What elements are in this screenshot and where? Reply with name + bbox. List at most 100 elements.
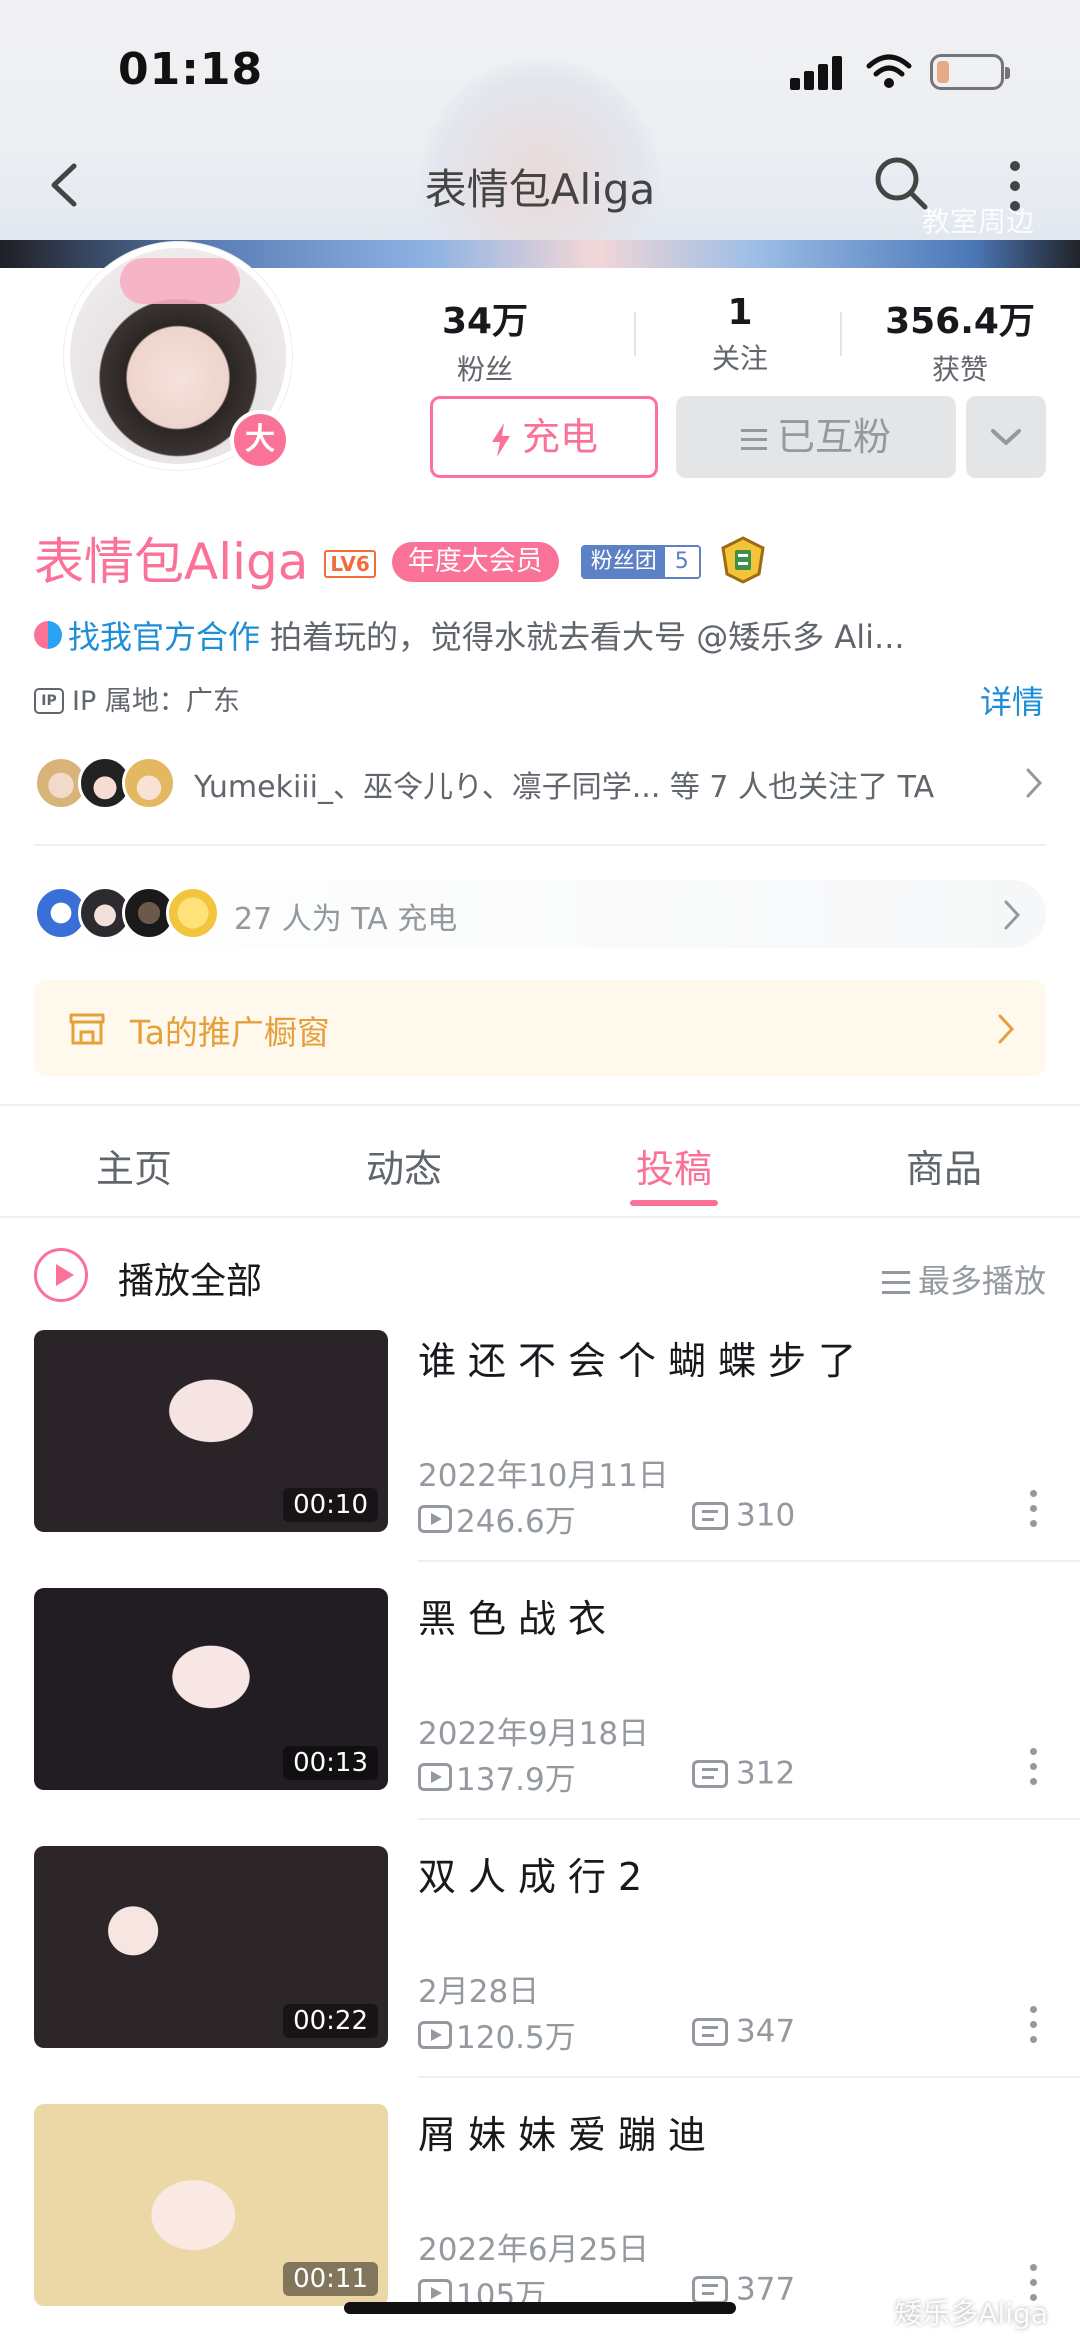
video-item[interactable]: 00:13 黑色战衣 2022年9月18日 137.9万 312	[0, 1588, 1080, 1846]
play-circle-icon[interactable]	[34, 1248, 88, 1302]
charge-supporters-row[interactable]: 27 人为 TA 充电	[34, 880, 1046, 948]
ip-location: IP 属地：广东	[72, 686, 240, 717]
stat-value: 356.4万	[885, 301, 1035, 342]
video-duration: 00:10	[283, 1488, 378, 1522]
video-date: 2022年9月18日	[418, 1716, 650, 1752]
stat-likes[interactable]: 356.4万 获赞	[880, 292, 1040, 388]
list-icon	[740, 428, 767, 450]
medal-icon[interactable]	[719, 536, 767, 584]
tab-home[interactable]: 主页	[34, 1138, 234, 1193]
play-count-icon	[418, 2020, 452, 2049]
charge-button[interactable]: 充电	[430, 396, 658, 478]
section-separator	[0, 1104, 1080, 1106]
ip-location-icon: IP	[34, 688, 64, 714]
stat-divider	[840, 312, 842, 356]
profile-tabs: 主页 动态 投稿 商品	[0, 1108, 1080, 1218]
official-cooperation-icon	[34, 621, 62, 649]
chevron-right-icon	[998, 1014, 1015, 1044]
mutual-follow-button[interactable]: 已互粉	[676, 396, 956, 478]
video-thumbnail[interactable]: 00:11	[34, 2104, 388, 2306]
video-more-icon[interactable]	[1030, 1490, 1040, 1534]
cellular-signal-icon	[790, 56, 844, 90]
storefront-icon	[69, 1013, 105, 1045]
mutual-followers-text: Yumekiii_、巫令儿り、凛子同学... 等 7 人也关注了 TA	[194, 770, 935, 805]
video-duration: 00:22	[283, 2004, 378, 2038]
battery-icon	[930, 54, 1010, 90]
tab-uploads[interactable]: 投稿	[574, 1138, 774, 1193]
video-danmaku: 310	[736, 1497, 796, 1534]
annual-member-badge[interactable]: 年度大会员	[391, 542, 559, 582]
sort-icon	[881, 1271, 910, 1295]
sort-label: 最多播放	[917, 1262, 1046, 1300]
danmaku-icon	[692, 2017, 728, 2046]
wifi-icon	[866, 54, 912, 88]
more-menu-icon[interactable]	[1000, 158, 1030, 214]
active-tab-indicator	[630, 1200, 718, 1206]
video-date: 2022年10月11日	[418, 1458, 669, 1494]
video-stats: 246.6万 310	[418, 1496, 1018, 1540]
video-thumbnail[interactable]: 00:13	[34, 1588, 388, 1790]
video-item[interactable]: 00:22 双人成行2 2月28日 120.5万 347	[0, 1846, 1080, 2104]
charge-button-label: 充电	[521, 415, 598, 459]
divider	[418, 1818, 1080, 1820]
promo-shop-label: Ta的推广橱窗	[130, 1013, 330, 1052]
level-badge: LV6	[324, 550, 376, 578]
video-thumbnail[interactable]: 00:10	[34, 1330, 388, 1532]
tab-dynamics[interactable]: 动态	[304, 1138, 504, 1193]
detail-link[interactable]: 详情	[980, 682, 1044, 722]
fan-club-badge[interactable]: 粉丝团 5	[580, 545, 701, 579]
video-date: 2月28日	[418, 1974, 540, 2010]
home-indicator[interactable]	[344, 2302, 736, 2314]
stat-label: 粉丝	[456, 353, 513, 386]
mutual-followers-row[interactable]: Yumekiii_、巫令儿り、凛子同学... 等 7 人也关注了 TA	[34, 752, 1044, 814]
bio-text[interactable]: 拍着玩的，觉得水就去看大号 @矮乐多 Ali...	[270, 618, 905, 656]
video-title[interactable]: 屑妹妹爱蹦迪	[418, 2104, 718, 2159]
video-views: 246.6万	[456, 1504, 576, 1540]
danmaku-icon	[692, 2275, 728, 2304]
status-time: 01:18	[118, 44, 264, 95]
top-nav: 表情包Aliga	[0, 140, 1080, 232]
supporter-avatar	[166, 886, 220, 940]
chevron-right-icon	[1004, 900, 1021, 930]
ip-row: IP IP 属地：广东 详情	[34, 682, 1044, 726]
vip-badge: 大	[230, 410, 290, 470]
danmaku-icon	[692, 1501, 728, 1530]
fan-club-level: 5	[664, 547, 699, 577]
bio-row: 找我官方合作 拍着玩的，觉得水就去看大号 @矮乐多 Ali...	[34, 612, 1044, 662]
chevron-down-icon	[991, 429, 1021, 445]
promo-shop-window[interactable]: Ta的推广橱窗	[34, 980, 1046, 1076]
chevron-right-icon	[1026, 768, 1043, 798]
fan-club-label: 粉丝团	[582, 547, 665, 577]
video-thumbnail[interactable]: 00:22	[34, 1846, 388, 2048]
video-title[interactable]: 黑色战衣	[418, 1588, 618, 1643]
video-title[interactable]: 谁还不会个蝴蝶步了	[418, 1330, 868, 1385]
video-danmaku: 312	[736, 1755, 796, 1792]
follower-avatar	[122, 756, 176, 810]
video-duration: 00:13	[283, 1746, 378, 1780]
tab-products[interactable]: 商品	[844, 1138, 1044, 1193]
charge-count-text: 27 人为 TA 充电	[234, 902, 458, 937]
search-icon[interactable]	[872, 154, 930, 212]
stat-value: 34万	[441, 301, 529, 342]
divider	[418, 2076, 1080, 2078]
mutual-follow-label: 已互粉	[776, 415, 891, 459]
stat-divider	[634, 312, 636, 356]
more-actions-dropdown[interactable]	[966, 396, 1046, 478]
official-cooperation-link[interactable]: 找我官方合作	[68, 618, 260, 656]
video-danmaku: 347	[736, 2013, 796, 2050]
video-more-icon[interactable]	[1030, 1748, 1040, 1792]
video-item[interactable]: 00:10 谁还不会个蝴蝶步了 2022年10月11日 246.6万 310	[0, 1330, 1080, 1588]
danmaku-icon	[692, 1759, 728, 1788]
lightning-icon	[491, 422, 510, 457]
sort-button[interactable]: 最多播放	[881, 1256, 1046, 1302]
stat-fans[interactable]: 34万 粉丝	[405, 292, 565, 388]
stat-label: 获赞	[931, 353, 988, 386]
video-title[interactable]: 双人成行2	[418, 1846, 654, 1901]
play-all-button[interactable]: 播放全部	[118, 1252, 262, 1304]
video-more-icon[interactable]	[1030, 2006, 1040, 2050]
watermark: 矮乐多Aliga	[894, 2297, 1048, 2330]
video-stats: 137.9万 312	[418, 1754, 1018, 1798]
play-count-icon	[418, 1504, 452, 1533]
stat-following[interactable]: 1 关注	[660, 292, 820, 377]
divider	[418, 1560, 1080, 1562]
